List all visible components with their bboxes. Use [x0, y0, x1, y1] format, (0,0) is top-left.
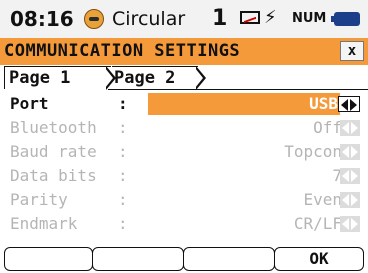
left-right-arrows-icon — [340, 120, 360, 136]
setting-label: Bluetooth — [10, 118, 97, 137]
setting-label: Data bits — [10, 166, 97, 185]
status-mode: Circular — [112, 8, 186, 30]
tab-label: Page 2 — [114, 68, 176, 88]
setting-colon: : — [118, 142, 128, 161]
setting-label: Parity — [10, 190, 68, 209]
left-right-arrows-icon[interactable] — [338, 96, 360, 112]
setting-label: Endmark — [10, 214, 78, 233]
setting-value: Topcon — [284, 142, 342, 161]
left-right-arrows-icon — [340, 144, 360, 160]
tab-separator-arrow-icon — [195, 66, 206, 90]
softkey-bar: OK — [0, 247, 368, 273]
tab-page-1[interactable]: Page 1 — [4, 66, 111, 89]
setting-row-endmark: Endmark : CR/LF — [0, 213, 368, 235]
tab-label: Page 1 — [9, 68, 71, 88]
clock-icon — [84, 9, 104, 29]
setting-row-baud-rate: Baud rate : Topcon — [0, 141, 368, 163]
setting-value: Off — [313, 118, 342, 137]
battery-icon — [331, 12, 360, 26]
tab-bar: Page 1 Page 2 — [0, 65, 368, 90]
left-right-arrows-icon — [340, 168, 360, 184]
title-bar: COMMUNICATION SETTINGS x — [0, 38, 368, 65]
left-right-arrows-icon — [340, 216, 360, 232]
tab-underline — [108, 89, 368, 90]
setting-colon: : — [118, 166, 128, 185]
softkey-1[interactable] — [4, 247, 93, 271]
setting-label: Port — [10, 94, 49, 113]
setting-colon: : — [118, 94, 128, 113]
softkey-2[interactable] — [92, 247, 184, 271]
status-bar: 08:16 Circular 1 ⚡ NUM — [0, 0, 368, 38]
window-title: COMMUNICATION SETTINGS — [4, 41, 241, 61]
numlock-indicator: NUM — [292, 11, 327, 26]
setting-row-bluetooth: Bluetooth : Off — [0, 117, 368, 139]
status-indicator-number: 1 — [212, 6, 228, 31]
setting-colon: : — [118, 214, 128, 233]
setting-row-port[interactable]: Port : USB — [0, 93, 368, 115]
status-time: 08:16 — [10, 7, 74, 31]
softkey-3[interactable] — [183, 247, 275, 271]
ok-button[interactable]: OK — [274, 247, 364, 271]
setting-row-parity: Parity : Even — [0, 189, 368, 211]
setting-colon: : — [118, 118, 128, 137]
setting-value: USB — [309, 94, 338, 113]
setting-value: Even — [303, 190, 342, 209]
setting-value: CR/LF — [293, 214, 342, 233]
usb-icon: ⚡ — [264, 7, 277, 28]
left-right-arrows-icon — [340, 192, 360, 208]
setting-colon: : — [118, 190, 128, 209]
tab-page-2[interactable]: Page 2 — [112, 66, 198, 89]
setting-label: Baud rate — [10, 142, 97, 161]
close-button[interactable]: x — [340, 41, 364, 61]
setting-row-data-bits: Data bits : 7 — [0, 165, 368, 187]
envelope-icon — [240, 11, 260, 24]
